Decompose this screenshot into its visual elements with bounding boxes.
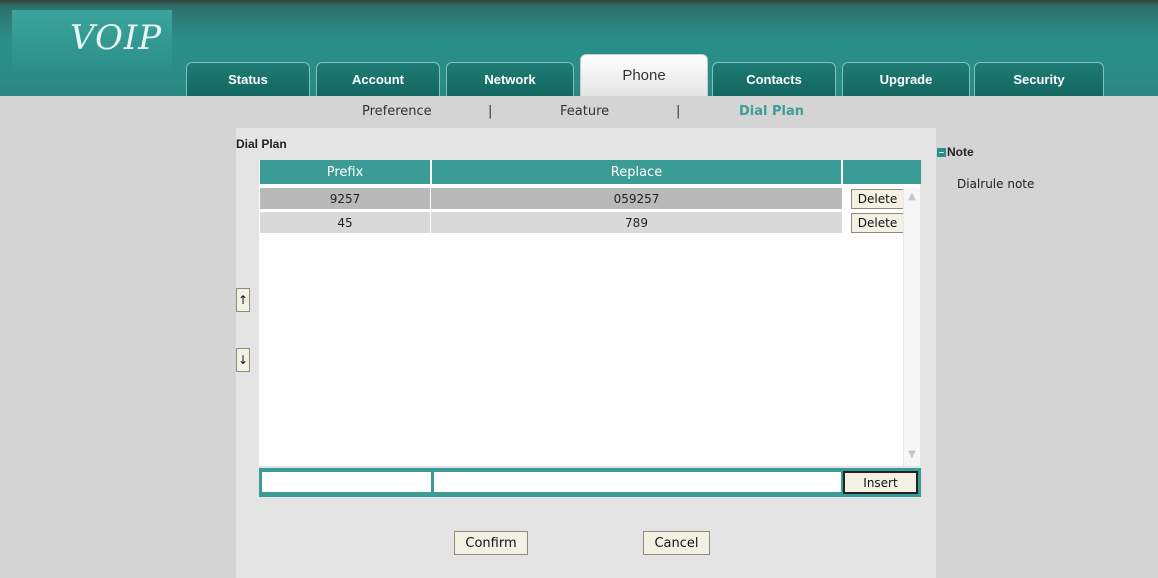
move-up-button[interactable]: ↑ <box>236 288 250 312</box>
tab-security[interactable]: Security <box>974 62 1104 96</box>
logo: VOIP <box>70 18 163 58</box>
tab-contacts[interactable]: Contacts <box>712 62 836 96</box>
insert-button[interactable]: Insert <box>843 471 918 494</box>
tab-status[interactable]: Status <box>186 62 310 96</box>
tab-account[interactable]: Account <box>316 62 440 96</box>
tab-network[interactable]: Network <box>446 62 574 96</box>
replace-cell: 059257 <box>613 191 660 206</box>
new-replace-input[interactable] <box>434 472 841 492</box>
tab-upgrade[interactable]: Upgrade <box>842 62 970 96</box>
note-text: Dialrule note <box>957 177 1035 191</box>
arrow-up-icon: ↑ <box>237 293 249 307</box>
subnav-feature[interactable]: Feature <box>560 104 609 119</box>
column-header-replace: Replace <box>432 160 842 184</box>
tab-label: Account <box>352 72 404 87</box>
column-header-label: Replace <box>610 164 663 180</box>
replace-cell: 789 <box>625 215 648 230</box>
note-header[interactable]: – Note <box>937 145 974 159</box>
table-scrollbar[interactable]: ▲ ▼ <box>903 188 920 466</box>
table-row[interactable]: 9257 059257 <box>260 188 842 209</box>
move-down-button[interactable]: ↓ <box>236 348 250 372</box>
subnav-separator: | <box>488 104 493 119</box>
delete-button[interactable]: Delete <box>851 189 904 209</box>
prefix-cell: 9257 <box>260 188 431 209</box>
tab-phone[interactable]: Phone <box>580 54 708 96</box>
tab-label: Phone <box>622 67 666 84</box>
column-header-label: Prefix <box>326 164 364 180</box>
cancel-button[interactable]: Cancel <box>643 531 710 555</box>
scroll-up-icon[interactable]: ▲ <box>907 192 917 202</box>
confirm-button[interactable]: Confirm <box>454 531 528 555</box>
subnav-preference[interactable]: Preference <box>362 104 432 119</box>
tab-label: Status <box>228 72 268 87</box>
tab-label: Contacts <box>746 72 802 87</box>
header-bar: VOIP Status Account Network Phone Contac… <box>0 0 1158 96</box>
prefix-cell: 45 <box>260 212 431 233</box>
column-header-action <box>843 160 921 184</box>
column-header-prefix: Prefix <box>260 160 431 184</box>
subnav-dial-plan[interactable]: Dial Plan <box>739 104 804 119</box>
tab-label: Upgrade <box>879 72 933 87</box>
note-title: Note <box>947 145 974 159</box>
subnav-separator: | <box>676 104 681 119</box>
new-prefix-input[interactable] <box>262 472 431 492</box>
collapse-icon[interactable]: – <box>937 147 946 157</box>
delete-button[interactable]: Delete <box>851 213 904 233</box>
table-row[interactable]: 45 789 <box>260 212 842 233</box>
subnav: Preference | Feature | Dial Plan <box>0 104 1158 124</box>
arrow-down-icon: ↓ <box>237 353 249 367</box>
tab-label: Security <box>1013 72 1065 87</box>
scroll-down-icon[interactable]: ▼ <box>907 450 917 460</box>
panel-title: Dial Plan <box>236 137 287 151</box>
tab-label: Network <box>484 72 536 87</box>
